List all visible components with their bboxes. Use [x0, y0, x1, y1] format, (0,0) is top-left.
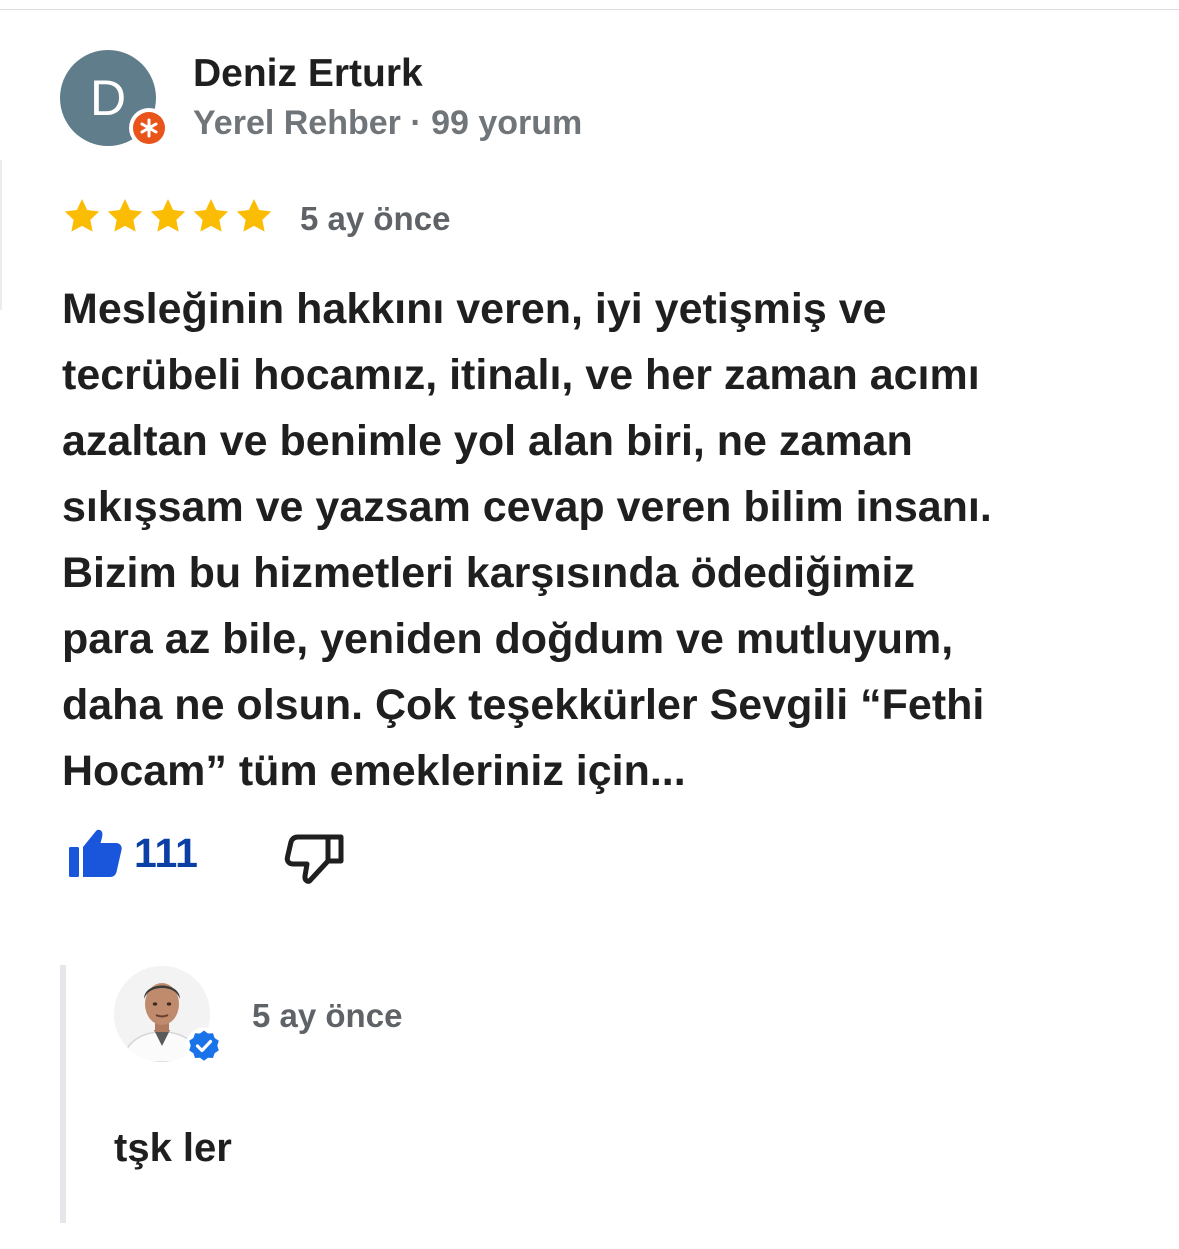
thumbs-up-icon [69, 829, 122, 877]
author-initial: D [89, 70, 127, 126]
dislike-button[interactable] [284, 830, 346, 886]
like-count: 111 [134, 830, 198, 876]
reply-divider [60, 965, 66, 1223]
like-button[interactable]: 111 [66, 826, 198, 880]
left-edge-line [0, 160, 2, 310]
top-divider [0, 9, 1179, 10]
review-time: 5 ay önce [300, 200, 451, 237]
star-rating [62, 196, 274, 236]
star-icon [107, 199, 143, 232]
star-icon [193, 199, 229, 232]
local-guide-badge-icon [129, 108, 169, 148]
author-name[interactable]: Deniz Erturk [193, 52, 423, 96]
reply-time: 5 ay önce [252, 997, 403, 1034]
author-meta: Yerel Rehber · 99 yorum [193, 104, 583, 142]
star-icon [236, 199, 272, 232]
review-text: Mesleğinin hakkını veren, iyi yetişmiş v… [62, 285, 992, 795]
verified-check-icon [185, 1027, 223, 1065]
reply-text: tşk ler [114, 1126, 232, 1170]
star-icon [64, 199, 100, 232]
star-icon [150, 199, 186, 232]
thumbs-down-icon [284, 834, 344, 884]
